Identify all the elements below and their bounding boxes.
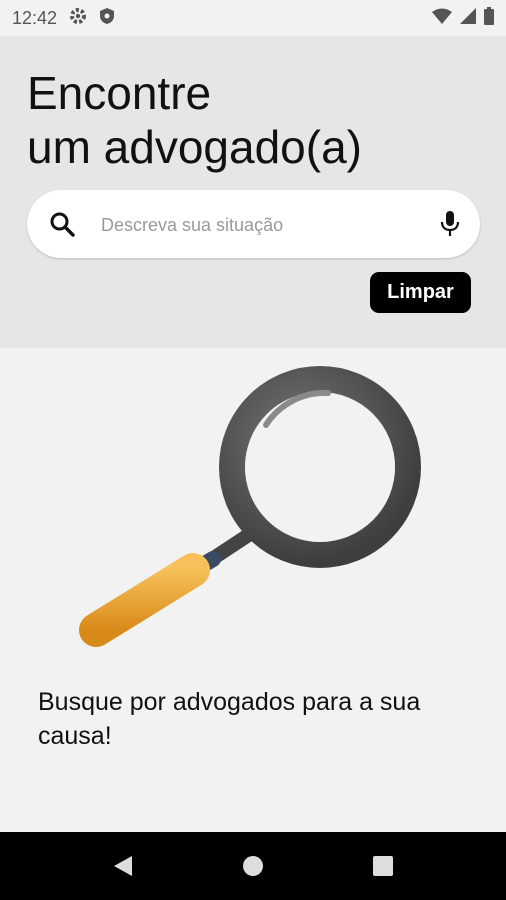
header: Encontre um advogado(a) Limpar xyxy=(0,36,506,348)
empty-state-message: Busque por advogados para a sua causa! xyxy=(38,688,421,750)
battery-icon xyxy=(484,6,494,30)
status-time: 12:42 xyxy=(12,7,58,28)
status-bar: 12:42 xyxy=(0,0,506,36)
search-input[interactable] xyxy=(99,206,423,244)
navigation-bar xyxy=(0,832,506,900)
back-icon[interactable] xyxy=(108,851,138,881)
wifi-icon xyxy=(432,8,452,29)
signal-icon xyxy=(460,7,476,29)
search-icon[interactable] xyxy=(49,211,75,242)
page-title-line1: Encontre xyxy=(27,67,212,119)
search-bar[interactable] xyxy=(27,190,480,258)
gear-icon xyxy=(69,7,87,30)
recents-icon[interactable] xyxy=(368,851,398,881)
shield-icon xyxy=(99,7,115,30)
mic-icon[interactable] xyxy=(440,210,460,243)
home-icon[interactable] xyxy=(238,851,268,881)
page-title-line2: um advogado(a) xyxy=(27,121,362,173)
magnifying-glass-illustration xyxy=(78,365,428,660)
clear-button[interactable]: Limpar xyxy=(370,272,471,313)
page-title: Encontre um advogado(a) xyxy=(27,66,362,174)
